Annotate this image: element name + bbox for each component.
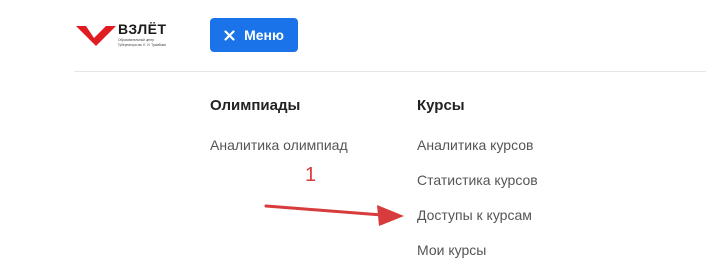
menu-column-heading: Курсы	[417, 97, 465, 114]
close-icon	[224, 29, 235, 41]
menu-column-heading: Олимпиады	[210, 97, 301, 114]
menu-link-course-access[interactable]: Доступы к курсам	[417, 207, 532, 223]
logo-subtitle: Образовательный центр	[118, 38, 155, 42]
logo[interactable]: ВЗЛЁТ Образовательный центр Губернатора …	[74, 18, 184, 52]
arrow-right-icon	[264, 204, 404, 226]
menu-button-label: Меню	[244, 27, 284, 43]
menu-link-my-courses[interactable]: Мои курсы	[417, 242, 486, 258]
header: ВЗЛЁТ Образовательный центр Губернатора …	[0, 0, 706, 72]
menu-link-course-analytics[interactable]: Аналитика курсов	[417, 137, 533, 153]
check-mark-logo-icon	[76, 26, 116, 46]
header-divider	[74, 71, 706, 72]
menu-column-courses: Курсы Аналитика курсов Статистика курсов…	[417, 97, 538, 258]
menu-button[interactable]: Меню	[210, 18, 298, 52]
logo-subtitle-2: Губернатора им. Е. И. Трамбова	[118, 43, 166, 47]
logo-title: ВЗЛЁТ	[118, 21, 167, 37]
menu-column-olympiads: Олимпиады Аналитика олимпиад	[210, 97, 348, 153]
menu-link-olympiad-analytics[interactable]: Аналитика олимпиад	[210, 137, 348, 153]
annotation-number: 1	[305, 164, 317, 186]
menu-link-course-statistics[interactable]: Статистика курсов	[417, 172, 538, 188]
